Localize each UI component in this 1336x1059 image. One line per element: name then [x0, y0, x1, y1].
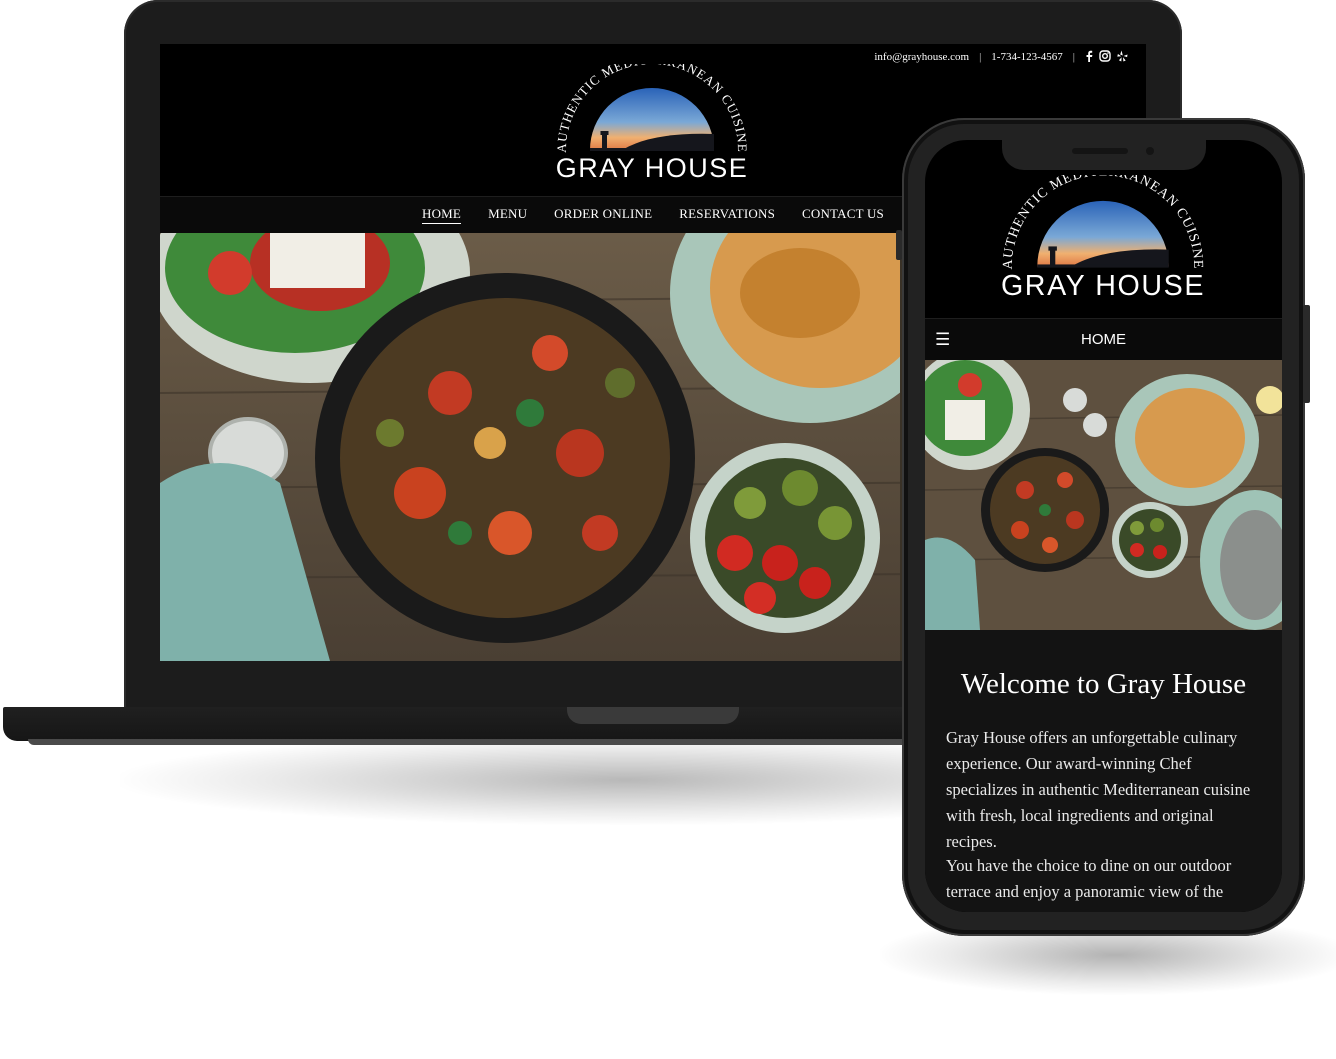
topbar-separator: |	[979, 51, 982, 63]
phone-side-button	[1303, 305, 1310, 403]
welcome-paragraph: Gray House offers an unforgettable culin…	[946, 728, 1251, 851]
gray-house-logo[interactable]: AUTHENTIC MEDITERRANEAN CUISINE GRAY HOU…	[552, 64, 752, 184]
mobile-current-page[interactable]: HOME	[925, 331, 1282, 348]
mobile-website: AUTHENTIC MEDITERRANEAN CUISINE GRAY HOU…	[925, 140, 1282, 912]
laptop-hinge-notch	[567, 707, 739, 724]
contact-email-link[interactable]: info@grayhouse.com	[874, 51, 969, 63]
phone-camera	[1146, 147, 1154, 155]
topbar-separator: |	[1072, 51, 1075, 63]
phone-speaker	[1072, 148, 1128, 154]
desktop-contact-bar: info@grayhouse.com | 1-734-123-4567 |	[874, 47, 1128, 67]
welcome-section: Welcome to Gray House Gray House offers …	[925, 630, 1282, 912]
nav-contact-us[interactable]: CONTACT US	[802, 206, 884, 224]
svg-text:GRAY HOUSE: GRAY HOUSE	[556, 153, 749, 183]
welcome-heading: Welcome to Gray House	[960, 668, 1247, 700]
hero-food-image	[925, 360, 1282, 630]
phone-notch	[1002, 140, 1206, 170]
mobile-nav-bar: ☰ HOME	[925, 318, 1282, 361]
instagram-icon[interactable]	[1099, 49, 1111, 65]
svg-text:GRAY HOUSE: GRAY HOUSE	[1001, 270, 1205, 302]
gray-house-logo[interactable]: AUTHENTIC MEDITERRANEAN CUISINE GRAY HOU…	[997, 175, 1209, 303]
contact-phone-link[interactable]: 1-734-123-4567	[991, 51, 1063, 63]
yelp-icon[interactable]	[1117, 50, 1128, 65]
nav-reservations[interactable]: RESERVATIONS	[679, 206, 775, 224]
nav-home[interactable]: HOME	[422, 206, 462, 224]
phone-volume-button	[896, 230, 902, 260]
welcome-paragraph: You have the choice to dine on our outdo…	[946, 856, 1232, 901]
social-links	[1085, 49, 1128, 65]
nav-menu[interactable]: MENU	[488, 206, 527, 224]
nav-order-online[interactable]: ORDER ONLINE	[554, 206, 652, 224]
facebook-icon[interactable]	[1085, 50, 1093, 65]
